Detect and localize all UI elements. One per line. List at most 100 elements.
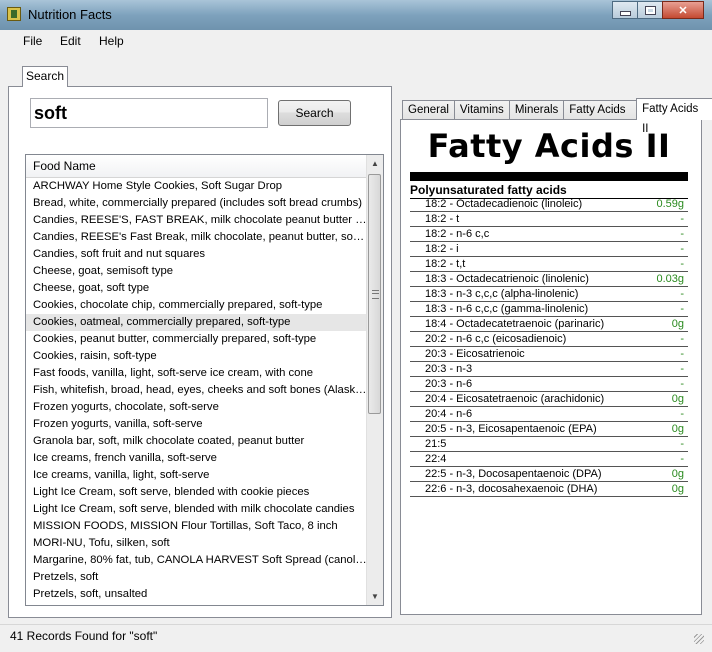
- resize-grip-icon[interactable]: [694, 634, 704, 644]
- list-item[interactable]: Frozen yogurts, vanilla, soft-serve: [26, 416, 367, 433]
- window-title: Nutrition Facts: [28, 7, 112, 22]
- nutrient-name: 18:3 - n-6 c,c,c (gamma-linolenic): [425, 303, 589, 315]
- table-row: 18:3 - n-6 c,c,c (gamma-linolenic) -: [410, 302, 688, 317]
- nutrient-name: 18:3 - Octadecatrienoic (linolenic): [425, 273, 589, 285]
- list-item[interactable]: Candies, REESE's Fast Break, milk chocol…: [26, 229, 367, 246]
- list-item[interactable]: Light Ice Cream, soft serve, blended wit…: [26, 501, 367, 518]
- nutrient-value: -: [680, 333, 684, 345]
- table-row: 18:2 - Octadecadienoic (linoleic) 0.59g: [410, 197, 688, 212]
- list-item[interactable]: Light Ice Cream, soft serve, blended wit…: [26, 484, 367, 501]
- menu-help[interactable]: Help: [99, 34, 124, 48]
- nutrient-name: 20:5 - n-3, Eicosapentaenoic (EPA): [425, 423, 597, 435]
- status-bar: 41 Records Found for "soft": [0, 624, 712, 648]
- table-row: 20:4 - Eicosatetraenoic (arachidonic) 0g: [410, 392, 688, 407]
- table-row: 20:2 - n-6 c,c (eicosadienoic) -: [410, 332, 688, 347]
- tab-search[interactable]: Search: [22, 66, 68, 87]
- table-row: 18:4 - Octadecatetraenoic (parinaric) 0g: [410, 317, 688, 332]
- table-row: 18:2 - n-6 c,c -: [410, 227, 688, 242]
- facts-divider-bar: [410, 172, 688, 181]
- list-item[interactable]: MISSION FOODS, MISSION Flour Tortillas, …: [26, 518, 367, 535]
- nutrient-name: 18:2 - Octadecadienoic (linoleic): [425, 198, 583, 210]
- close-button[interactable]: ✕: [662, 1, 704, 19]
- menu-file[interactable]: File: [23, 34, 42, 48]
- minimize-icon: [619, 10, 631, 16]
- table-row: 20:3 - Eicosatrienoic -: [410, 347, 688, 362]
- scroll-down-icon[interactable]: ▼: [367, 588, 383, 605]
- nutrient-name: 18:4 - Octadecatetraenoic (parinaric): [425, 318, 605, 330]
- tab-fatty-acids-ii[interactable]: Fatty Acids II: [636, 98, 712, 135]
- list-item[interactable]: Cookies, peanut butter, commercially pre…: [26, 331, 367, 348]
- list-item[interactable]: MORI-NU, Tofu, silken, soft: [26, 535, 367, 552]
- list-item[interactable]: Candies, REESE'S, FAST BREAK, milk choco…: [26, 212, 367, 229]
- nutrient-name: 18:2 - t,t: [425, 258, 466, 270]
- nutrient-name: 18:2 - n-6 c,c: [425, 228, 490, 240]
- list-item[interactable]: Cookies, raisin, soft-type: [26, 348, 367, 365]
- tab-minerals[interactable]: Minerals: [508, 100, 565, 120]
- nutrient-value: -: [680, 438, 684, 450]
- list-item[interactable]: Ice creams, french vanilla, soft-serve: [26, 450, 367, 467]
- search-button[interactable]: Search: [278, 100, 351, 126]
- nutrient-name: 20:4 - Eicosatetraenoic (arachidonic): [425, 393, 605, 405]
- scroll-thumb[interactable]: [368, 174, 381, 414]
- minimize-button[interactable]: [612, 1, 638, 19]
- app-window: Nutrition Facts ✕ File Edit Help Search …: [0, 0, 712, 652]
- list-item[interactable]: Fast foods, vanilla, light, soft-serve i…: [26, 365, 367, 382]
- column-header-food-name[interactable]: Food Name: [26, 155, 367, 178]
- list-item[interactable]: ARCHWAY Home Style Cookies, Soft Sugar D…: [26, 178, 367, 195]
- table-row: 18:2 - t -: [410, 212, 688, 227]
- nutrient-name: 20:2 - n-6 c,c (eicosadienoic): [425, 333, 567, 345]
- food-list-rows: ARCHWAY Home Style Cookies, Soft Sugar D…: [26, 178, 367, 603]
- nutrient-value: -: [680, 213, 684, 225]
- table-row: 18:3 - Octadecatrienoic (linolenic) 0.03g: [410, 272, 688, 287]
- menu-bar: File Edit Help: [0, 30, 712, 52]
- maximize-button[interactable]: [637, 1, 663, 19]
- nutrient-value: -: [680, 363, 684, 375]
- menu-edit[interactable]: Edit: [60, 34, 81, 48]
- list-item[interactable]: Pretzels, soft: [26, 569, 367, 586]
- list-item[interactable]: Cookies, oatmeal, commercially prepared,…: [26, 314, 367, 331]
- list-item[interactable]: Candies, soft fruit and nut squares: [26, 246, 367, 263]
- table-row: 21:5 -: [410, 437, 688, 452]
- list-item[interactable]: Cookies, chocolate chip, commercially pr…: [26, 297, 367, 314]
- vertical-scrollbar[interactable]: ▲ ▼: [366, 155, 383, 605]
- window-controls: ✕: [612, 1, 704, 19]
- nutrient-name: 20:3 - Eicosatrienoic: [425, 348, 525, 360]
- table-row: 22:4 -: [410, 452, 688, 467]
- food-list[interactable]: Food Name ARCHWAY Home Style Cookies, So…: [25, 154, 384, 606]
- nutrient-name: 20:4 - n-6: [425, 408, 473, 420]
- list-item[interactable]: Pretzels, soft, unsalted: [26, 586, 367, 603]
- nutrient-value: -: [680, 348, 684, 360]
- list-item[interactable]: Ice creams, vanilla, light, soft-serve: [26, 467, 367, 484]
- nutrient-name: 18:2 - i: [425, 243, 459, 255]
- tab-fatty-acids-i[interactable]: Fatty Acids I: [563, 100, 638, 135]
- nutrient-value: 0.59g: [656, 198, 684, 210]
- nutrient-value: -: [680, 258, 684, 270]
- list-item[interactable]: Cheese, goat, soft type: [26, 280, 367, 297]
- nutrient-name: 22:4: [425, 453, 447, 465]
- nutrient-name: 18:3 - n-3 c,c,c (alpha-linolenic): [425, 288, 579, 300]
- nutrient-value: -: [680, 303, 684, 315]
- nutrient-value: 0g: [671, 468, 684, 480]
- list-item[interactable]: Frozen yogurts, chocolate, soft-serve: [26, 399, 367, 416]
- scroll-up-icon[interactable]: ▲: [367, 155, 383, 172]
- nutrient-value: 0.03g: [656, 273, 684, 285]
- list-item[interactable]: Bread, white, commercially prepared (inc…: [26, 195, 367, 212]
- status-text: 41 Records Found for "soft": [10, 629, 158, 643]
- table-row: 22:6 - n-3, docosahexaenoic (DHA) 0g: [410, 482, 688, 497]
- table-row: 18:2 - t,t -: [410, 257, 688, 272]
- list-item[interactable]: Cheese, goat, semisoft type: [26, 263, 367, 280]
- app-icon: [7, 7, 21, 21]
- table-row: 20:3 - n-3 -: [410, 362, 688, 377]
- nutrient-value: -: [680, 228, 684, 240]
- title-bar[interactable]: Nutrition Facts ✕: [0, 0, 712, 31]
- tab-vitamins[interactable]: Vitamins: [453, 100, 510, 120]
- search-input[interactable]: [30, 98, 268, 128]
- tab-general[interactable]: General: [402, 100, 455, 120]
- close-icon: ✕: [678, 4, 688, 17]
- list-item[interactable]: Fish, whitefish, broad, head, eyes, chee…: [26, 382, 367, 399]
- list-item[interactable]: Granola bar, soft, milk chocolate coated…: [26, 433, 367, 450]
- maximize-icon: [644, 5, 656, 15]
- table-row: 20:4 - n-6 -: [410, 407, 688, 422]
- nutrient-value: -: [680, 453, 684, 465]
- list-item[interactable]: Margarine, 80% fat, tub, CANOLA HARVEST …: [26, 552, 367, 569]
